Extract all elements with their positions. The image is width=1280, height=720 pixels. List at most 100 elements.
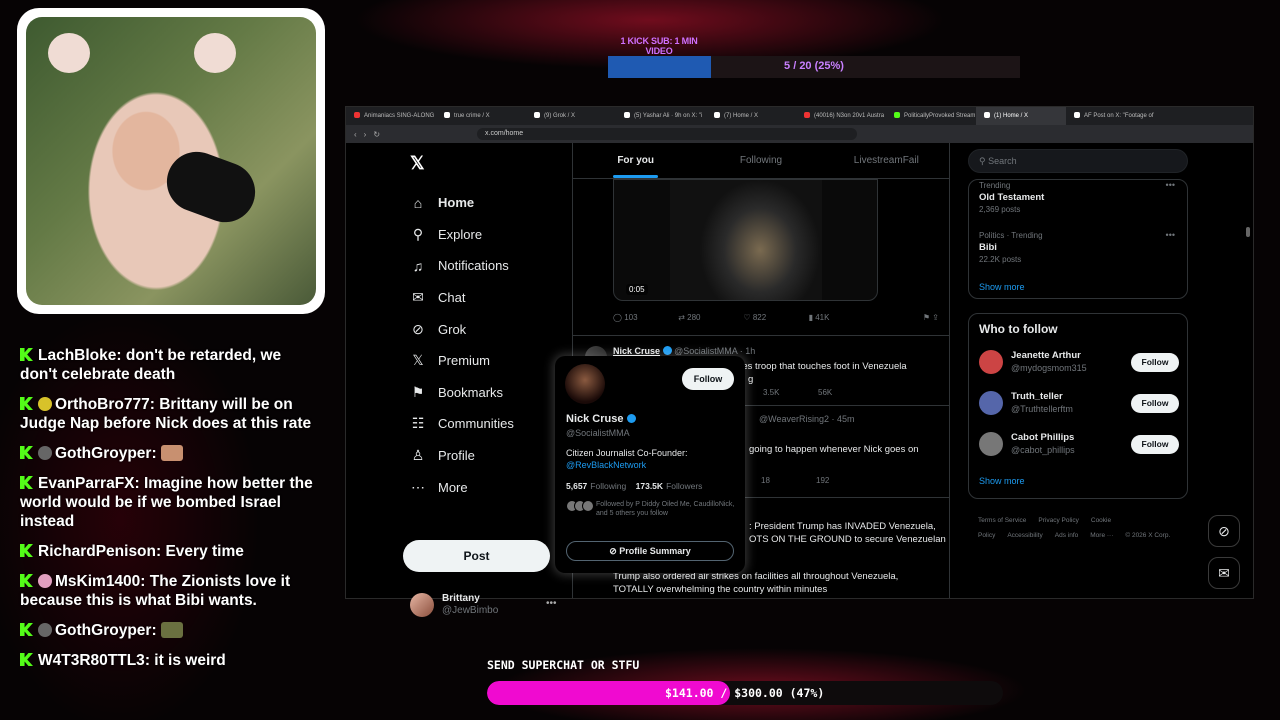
browser-tab[interactable]: Animaniacs SING-ALONG: [346, 107, 436, 125]
follow-button[interactable]: Follow: [682, 368, 734, 390]
messages-icon[interactable]: ✉: [1208, 557, 1240, 589]
chat-username[interactable]: EvanParraFX: [38, 475, 135, 492]
browser-tab-strip: Animaniacs SING-ALONG true crime / X (9) G…: [346, 107, 1253, 125]
tab-following[interactable]: Following: [698, 143, 823, 178]
footer-link[interactable]: Privacy Policy: [1038, 517, 1078, 524]
kick-icon: [20, 544, 33, 557]
hovercard-handle[interactable]: @SocialistMMA: [566, 428, 630, 438]
chat-username[interactable]: LachBloke: [38, 347, 116, 364]
chat-message: LachBloke: don't be retarded, we don't c…: [20, 346, 320, 384]
browser-tab[interactable]: AF Post on X: "Footage of: [1066, 107, 1156, 125]
avatar[interactable]: [565, 364, 605, 404]
followed-by[interactable]: Followed by P Diddy Oiled Me, CaudilloNi…: [566, 500, 736, 518]
footer-link[interactable]: Ads info: [1055, 532, 1079, 539]
trend-item[interactable]: Politics · Trending Bibi 22.2K posts: [979, 230, 1043, 265]
mail-icon: ✉: [412, 289, 424, 306]
like-count[interactable]: 18: [761, 476, 816, 485]
more-dots-icon[interactable]: •••: [1166, 180, 1175, 190]
account-handle: @JewBimbo: [442, 605, 499, 616]
tab-for-you[interactable]: For you: [573, 143, 698, 178]
sidebar-item-label: Communities: [438, 416, 514, 432]
browser-tab[interactable]: (9) Grok / X: [526, 107, 616, 125]
browser-tab[interactable]: true crime / X: [436, 107, 526, 125]
more-dots-icon[interactable]: •••: [546, 598, 557, 609]
repost-button[interactable]: ⇄ 280: [678, 313, 743, 322]
trends-show-more-link[interactable]: Show more: [979, 282, 1025, 292]
sidebar-item-home[interactable]: ⌂ Home: [410, 187, 514, 219]
footer-link[interactable]: Terms of Service: [978, 517, 1026, 524]
bio-link[interactable]: @RevBlackNetwork: [566, 460, 646, 470]
who-to-follow-item[interactable]: Cabot Phillips @cabot_phillips Follow: [979, 430, 1179, 460]
sidebar-item-grok[interactable]: ⊘ Grok: [410, 313, 514, 345]
more-dots-icon[interactable]: •••: [1166, 230, 1175, 240]
suggested-name: Cabot Phillips: [1011, 432, 1075, 443]
sidebar-item-premium[interactable]: 𝕏 Premium: [410, 345, 514, 377]
follow-button[interactable]: Follow: [1131, 353, 1179, 372]
footer-link[interactable]: Accessibility: [1007, 532, 1042, 539]
verified-icon: [626, 414, 636, 423]
browser-tab[interactable]: PoliticallyProvoked Stream: [886, 107, 976, 125]
tweet-handle[interactable]: @WeaverRising2 · 45m: [759, 414, 855, 424]
who-to-follow-item[interactable]: Truth_teller @Truthtellerftm Follow: [979, 389, 1179, 419]
trend-item[interactable]: Trending Old Testament 2,369 posts: [979, 180, 1044, 215]
chat-username[interactable]: GothGroyper: [55, 445, 151, 462]
footer-link[interactable]: © 2026 X Corp.: [1125, 532, 1170, 539]
tweet-video[interactable]: 0:05: [613, 179, 878, 301]
chat-username[interactable]: W4T3R80TTL3: [38, 652, 145, 669]
views-count[interactable]: ▮ 41K: [809, 313, 874, 322]
sidebar-item-explore[interactable]: ⚲ Explore: [410, 219, 514, 251]
tab-livestreamfail[interactable]: LivestreamFail: [824, 143, 949, 178]
sidebar-item-more[interactable]: ⋯ More: [410, 471, 514, 503]
avatar: [979, 391, 1003, 415]
post-button[interactable]: Post: [403, 540, 550, 572]
avatar: [979, 350, 1003, 374]
sidebar-item-label: Chat: [438, 290, 466, 306]
sidebar-item-communities[interactable]: ☷ Communities: [410, 408, 514, 440]
browser-tab[interactable]: (7) Home / X: [706, 107, 796, 125]
sidebar-item-chat[interactable]: ✉ Chat: [410, 282, 514, 314]
sidebar-item-notifications[interactable]: ♫ Notifications: [410, 250, 514, 282]
x-logo-icon[interactable]: 𝕏: [410, 153, 425, 174]
footer-link[interactable]: More ···: [1090, 532, 1113, 539]
who-to-follow-title: Who to follow: [979, 322, 1058, 336]
views-count[interactable]: 56K: [818, 388, 873, 397]
browser-tab[interactable]: (5) Yashar Ali · 9h on X: "i: [616, 107, 706, 125]
chat-username[interactable]: OrthoBro777: [55, 396, 150, 413]
chat-username[interactable]: MsKim1400: [55, 573, 140, 590]
chat-message: W4T3R80TTL3: it is weird: [20, 651, 320, 670]
hovercard-name[interactable]: Nick Cruse: [566, 413, 636, 425]
more-icon: ⋯: [411, 478, 425, 495]
favicon-icon: [894, 112, 900, 118]
browser-tab[interactable]: (1) Home / X: [976, 107, 1066, 125]
browser-nav-icons[interactable]: ‹›↻: [354, 130, 387, 139]
following-count[interactable]: 5,657: [566, 481, 587, 491]
chat-username[interactable]: GothGroyper: [55, 622, 151, 639]
browser-tab[interactable]: (40016) N3on 20v1 Austra: [796, 107, 886, 125]
tweet-author[interactable]: Nick Cruse: [613, 346, 660, 356]
tweet-actions: 3.5K 56K: [763, 388, 873, 397]
like-button[interactable]: ♡ 822: [743, 313, 808, 322]
chat-text: : Every time: [156, 543, 244, 560]
reply-button[interactable]: ◯ 103: [613, 313, 678, 322]
url-field[interactable]: x.com/home: [477, 128, 858, 140]
views-count[interactable]: 192: [816, 476, 871, 485]
kick-icon: [20, 476, 33, 489]
followers-count[interactable]: 173.5K: [636, 481, 663, 491]
scrollbar[interactable]: [1246, 227, 1250, 237]
grok-icon[interactable]: ⊘: [1208, 515, 1240, 547]
search-input[interactable]: ⚲ Search: [968, 149, 1188, 173]
follow-button[interactable]: Follow: [1131, 394, 1179, 413]
sidebar-item-bookmarks[interactable]: ⚑ Bookmarks: [410, 377, 514, 409]
profile-summary-button[interactable]: ⊘ Profile Summary: [566, 541, 734, 561]
bookmark-share-icons[interactable]: ⚑ ⇪: [874, 313, 939, 322]
account-switcher[interactable]: Brittany @JewBimbo: [410, 593, 498, 617]
chat-username[interactable]: RichardPenison: [38, 543, 156, 560]
sidebar-item-profile[interactable]: ♙ Profile: [410, 440, 514, 472]
sidebar-item-label: Grok: [438, 321, 467, 337]
who-to-follow-item[interactable]: Jeanette Arthur @mydogsmom315 Follow: [979, 348, 1179, 378]
follow-button[interactable]: Follow: [1131, 435, 1179, 454]
sidebar-item-label: More: [438, 479, 468, 495]
who-to-follow-show-more-link[interactable]: Show more: [979, 476, 1025, 486]
tweet-handle[interactable]: @SocialistMMA · 1h: [674, 346, 755, 356]
like-count[interactable]: 3.5K: [763, 388, 818, 397]
